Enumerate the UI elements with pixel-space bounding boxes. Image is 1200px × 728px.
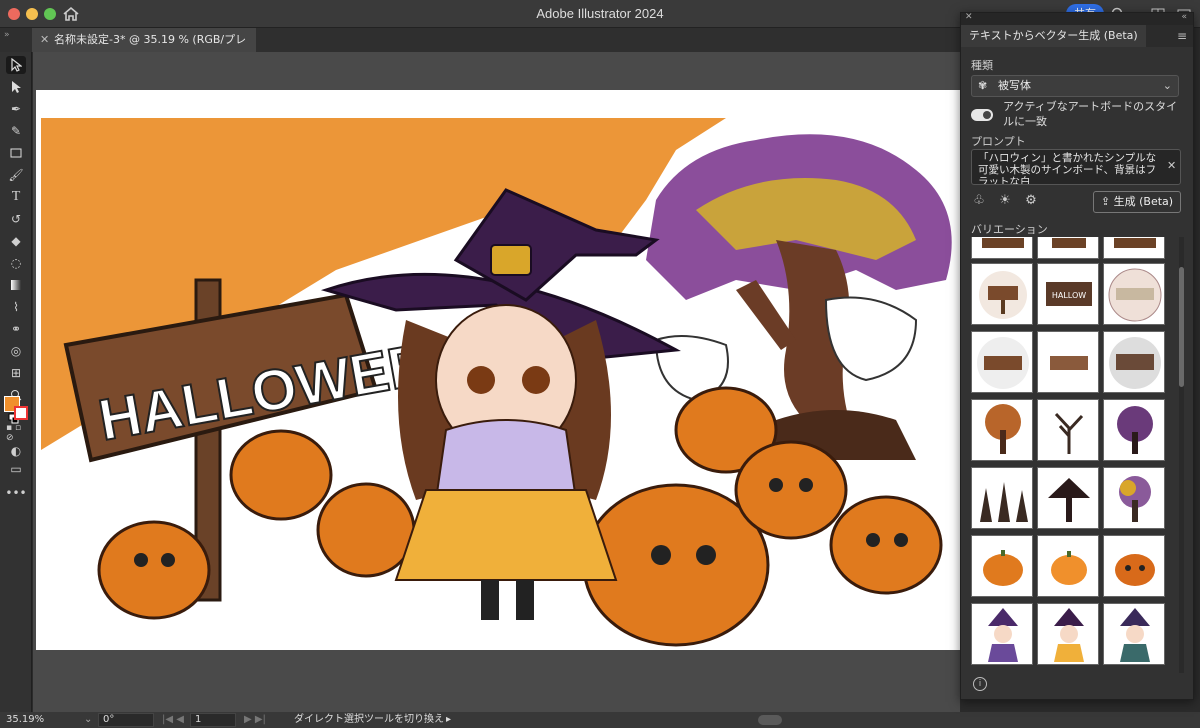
tools-panel: ✒ ✎ 🖌 T ↺ ◆ ◌ ⌇ ⚭ ◎ ⊞ ▪ ▫ ⊘ ◐ ▭ ••• [0, 52, 32, 712]
panel-menu-icon[interactable]: ≡ [1177, 29, 1187, 43]
generate-button[interactable]: ⇪ 生成 (Beta) [1093, 191, 1181, 213]
first-artboard-icon[interactable]: |◀ ◀ [162, 712, 184, 728]
artboard-tool-icon[interactable]: ⊞ [6, 364, 26, 382]
curvature-tool-icon[interactable]: ✎ [6, 122, 26, 140]
prompt-text: 「ハロウィン」と書かれたシンプルな可愛い木製のサインボード、背景はフラットな白 [978, 152, 1157, 185]
direct-selection-tool-icon[interactable] [6, 78, 26, 96]
stroke-color-swatch[interactable] [14, 406, 28, 420]
horizontal-scrollbar[interactable] [758, 715, 782, 725]
variation-thumb[interactable] [1037, 467, 1099, 529]
document-tab[interactable]: ✕ 名称未設定-3* @ 35.19 % (RGB/プレビュー) [32, 28, 256, 70]
paintbrush-tool-icon[interactable]: 🖌 [6, 166, 26, 184]
rotation-field[interactable]: 0° [98, 713, 154, 727]
panel-header: ✕ « [961, 12, 1193, 25]
prompt-label: プロンプト [971, 135, 1026, 148]
variation-thumb[interactable] [1037, 331, 1099, 393]
blend-tool-icon[interactable]: ⚭ [6, 320, 26, 338]
suggestions-icon[interactable]: ☀ [997, 193, 1013, 209]
variations-label: バリエーション [971, 223, 1048, 236]
style-picker-icon[interactable]: ♧ [971, 193, 987, 209]
variation-thumb[interactable] [971, 467, 1033, 529]
prompt-input[interactable]: 「ハロウィン」と書かれたシンプルな可愛い木製のサインボード、背景はフラットな白 [971, 149, 1181, 185]
variation-thumb[interactable] [971, 263, 1033, 325]
artboard[interactable]: HALLOWEEN [36, 90, 960, 650]
status-bar: 35.19% ⌄ 0° |◀ ◀ 1 ▶ ▶| ダイレクト選択ツールを切り換え … [0, 712, 1200, 728]
lasso-tool-icon[interactable]: ◌ [6, 254, 26, 272]
settings-gear-icon[interactable]: ⚙ [1023, 193, 1039, 209]
zoom-dropdown-icon[interactable]: ⌄ [84, 712, 92, 728]
rotate-tool-icon[interactable]: ↺ [6, 210, 26, 228]
variation-thumb[interactable] [1103, 399, 1165, 461]
collapse-panel-icon[interactable]: « [1181, 12, 1187, 22]
rectangle-tool-icon[interactable] [6, 144, 26, 162]
selection-tool-icon[interactable] [6, 56, 26, 74]
text-to-vector-panel: ✕ « テキストからベクター生成 (Beta) ≡ 種類 ✾ 被写体 ⌄ アクテ… [960, 12, 1194, 700]
variations-scrollbar[interactable] [1179, 237, 1184, 673]
variation-thumb[interactable] [971, 603, 1033, 665]
variation-thumb[interactable] [1103, 535, 1165, 597]
zoom-level[interactable]: 35.19% [6, 712, 44, 728]
svg-text:HALLOW: HALLOW [1052, 291, 1086, 300]
eraser-tool-icon[interactable]: ◆ [6, 232, 26, 250]
status-menu-icon[interactable]: ▸ [446, 712, 451, 728]
next-artboard-icon[interactable]: ▶ ▶| [244, 712, 266, 728]
draw-mode-icon[interactable]: ◐ [6, 442, 26, 460]
generate-label: 生成 (Beta) [1113, 195, 1174, 208]
screen-mode-icon[interactable]: ▭ [6, 460, 26, 478]
variation-thumb[interactable] [1037, 535, 1099, 597]
panel-tab-bar: テキストからベクター生成 (Beta) ≡ [961, 25, 1193, 47]
variation-thumb[interactable] [1103, 467, 1165, 529]
info-icon[interactable]: i [973, 677, 987, 691]
pen-tool-icon[interactable]: ✒ [6, 100, 26, 118]
variation-thumb[interactable] [1103, 237, 1165, 259]
type-dropdown[interactable]: ✾ 被写体 ⌄ [971, 75, 1179, 97]
close-panel-icon[interactable]: ✕ [965, 12, 973, 22]
variation-thumb[interactable] [1037, 603, 1099, 665]
chevron-down-icon: ⌄ [1162, 79, 1172, 92]
panel-title[interactable]: テキストからベクター生成 (Beta) [961, 25, 1146, 47]
close-tab-icon[interactable]: ✕ [40, 28, 49, 52]
subject-icon: ✾ [978, 79, 988, 92]
match-style-toggle[interactable] [971, 109, 993, 121]
variation-thumb[interactable] [1103, 331, 1165, 393]
variation-thumb[interactable] [971, 331, 1033, 393]
variation-thumb[interactable] [1037, 399, 1099, 461]
artboard-number-field[interactable]: 1 [190, 713, 236, 727]
generate-icon: ⇪ [1100, 195, 1114, 208]
artwork: HALLOWEEN [41, 118, 952, 647]
type-tool-icon[interactable]: T [6, 188, 26, 206]
type-label: 種類 [971, 59, 993, 72]
collapse-toolbar-icon[interactable]: » [4, 30, 10, 40]
variation-thumb[interactable] [1103, 603, 1165, 665]
status-hint: ダイレクト選択ツールを切り換え [294, 714, 444, 725]
variation-thumb[interactable] [971, 399, 1033, 461]
variation-thumb[interactable] [1103, 263, 1165, 325]
variation-thumb[interactable] [971, 237, 1033, 259]
match-style-label: アクティブなアートボードのスタイルに一致 [1003, 100, 1178, 128]
gradient-tool-icon[interactable] [6, 276, 26, 294]
clear-prompt-icon[interactable]: ✕ [1167, 159, 1189, 172]
type-dropdown-value: 被写体 [998, 79, 1031, 92]
color-mode-icon[interactable]: ▪ ▫ ⊘ [6, 423, 26, 443]
variation-thumb[interactable]: HALLOW [1037, 263, 1099, 325]
more-tools-button[interactable]: ••• [5, 484, 26, 502]
variation-thumb[interactable] [1037, 237, 1099, 259]
shape-builder-tool-icon[interactable]: ◎ [6, 342, 26, 360]
variations-grid: HALLOW [971, 237, 1171, 673]
variation-thumb[interactable] [971, 535, 1033, 597]
eyedropper-tool-icon[interactable]: ⌇ [6, 298, 26, 316]
